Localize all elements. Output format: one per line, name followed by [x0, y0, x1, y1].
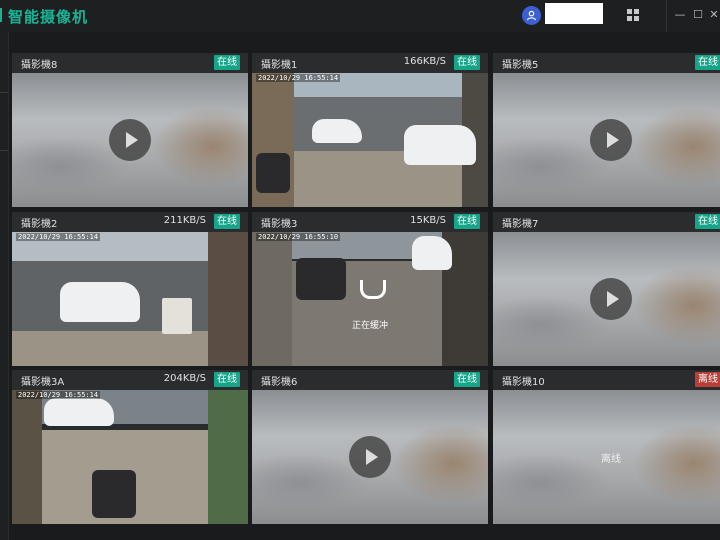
bitrate-label: 204KB/S — [163, 373, 206, 384]
maximize-button[interactable]: ☐ — [691, 8, 705, 22]
live-feed-scene — [252, 73, 488, 207]
camera-name: 攝影機10 — [502, 377, 545, 388]
minimize-button[interactable]: — — [673, 8, 687, 22]
camera-header: 攝影機8 在线 — [12, 53, 248, 73]
camera-header: 攝影機2 211KB/S 在线 — [12, 212, 248, 232]
status-badge: 在线 — [214, 372, 240, 387]
live-feed-scene — [12, 390, 248, 524]
title-divider — [666, 0, 667, 32]
camera-tile[interactable]: 攝影機5 在线 — [493, 53, 720, 207]
camera-video[interactable] — [493, 73, 720, 207]
scene-car — [60, 282, 140, 322]
camera-video[interactable] — [252, 390, 488, 524]
status-badge: 在线 — [454, 214, 480, 229]
buffering-spinner-icon — [360, 280, 386, 299]
live-feed-scene — [252, 232, 488, 366]
camera-tile[interactable]: 攝影機6 在线 — [252, 370, 488, 524]
camera-header: 攝影機6 在线 — [252, 370, 488, 390]
camera-name: 攝影機3A — [21, 377, 65, 388]
scene-motorcycle — [92, 470, 136, 518]
camera-header: 攝影機3 15KB/S 在线 — [252, 212, 488, 232]
camera-tile[interactable]: 攝影機2 211KB/S 在线 2022/10/29 16:55:14 — [12, 212, 248, 366]
side-divider — [0, 92, 8, 93]
bitrate-label: 15KB/S — [410, 215, 446, 226]
camera-tile[interactable]: 攝影機3 15KB/S 在线 2022/10/29 16:55:10 正在缓冲 — [252, 212, 488, 366]
scene-car — [404, 125, 476, 165]
camera-name: 攝影機6 — [261, 377, 298, 388]
title-bar: 智能摄像机 — ☐ ✕ — [0, 0, 720, 32]
camera-tile[interactable]: 攝影機8 在线 — [12, 53, 248, 207]
camera-header: 攝影機7 在线 — [493, 212, 720, 232]
close-button[interactable]: ✕ — [707, 8, 720, 22]
camera-tile[interactable]: 攝影機10 离线 离线 — [493, 370, 720, 524]
user-name-field[interactable] — [545, 3, 603, 24]
scene-motorcycle — [296, 258, 346, 300]
status-badge: 在线 — [695, 214, 720, 229]
play-icon[interactable] — [349, 436, 391, 478]
scene-wall — [208, 390, 248, 524]
scene-box — [162, 298, 192, 334]
app-title: 智能摄像机 — [8, 8, 89, 26]
scene-pillar — [208, 232, 248, 366]
timestamp-overlay: 2022/10/29 16:55:14 — [16, 391, 101, 399]
camera-name: 攝影機5 — [502, 60, 539, 71]
camera-video[interactable]: 2022/10/29 16:55:10 正在缓冲 — [252, 232, 488, 366]
camera-video[interactable]: 2022/10/29 16:55:14 — [252, 73, 488, 207]
play-icon[interactable] — [590, 119, 632, 161]
buffering-label: 正在缓冲 — [351, 321, 388, 331]
scene-car — [44, 398, 114, 426]
grid-layout-icon[interactable] — [627, 9, 639, 21]
camera-video[interactable]: 2022/10/29 16:55:14 — [12, 390, 248, 524]
timestamp-overlay: 2022/10/29 16:55:14 — [256, 74, 341, 82]
scene-car — [412, 236, 452, 270]
side-divider — [0, 150, 8, 151]
status-badge: 在线 — [454, 372, 480, 387]
bitrate-label: 166KB/S — [403, 56, 446, 67]
offline-label: 离线 — [601, 454, 621, 465]
title-accent-bar — [0, 8, 2, 22]
live-feed-scene — [12, 232, 248, 366]
timestamp-overlay: 2022/10/29 16:55:14 — [16, 233, 101, 241]
camera-video[interactable]: 离线 — [493, 390, 720, 524]
camera-name: 攝影機2 — [21, 219, 58, 230]
status-badge: 在线 — [214, 214, 240, 229]
side-panel-collapsed[interactable] — [0, 32, 9, 540]
status-badge: 离线 — [695, 372, 720, 387]
camera-tile[interactable]: 攝影機1 166KB/S 在线 2022/10/29 16:55:14 — [252, 53, 488, 207]
bitrate-label: 211KB/S — [163, 215, 206, 226]
camera-name: 攝影機1 — [261, 60, 298, 71]
camera-tile[interactable]: 攝影機7 在线 — [493, 212, 720, 366]
camera-header: 攝影機5 在线 — [493, 53, 720, 73]
camera-name: 攝影機7 — [502, 219, 539, 230]
camera-video[interactable]: 2022/10/29 16:55:14 — [12, 232, 248, 366]
camera-tile[interactable]: 攝影機3A 204KB/S 在线 2022/10/29 16:55:14 — [12, 370, 248, 524]
scene-motorcycle — [256, 153, 290, 193]
camera-header: 攝影機1 166KB/S 在线 — [252, 53, 488, 73]
scene-pillar — [12, 390, 42, 524]
play-icon[interactable] — [109, 119, 151, 161]
camera-header: 攝影機3A 204KB/S 在线 — [12, 370, 248, 390]
scene-car — [312, 119, 362, 143]
camera-video[interactable] — [493, 232, 720, 366]
camera-video[interactable] — [12, 73, 248, 207]
camera-name: 攝影機8 — [21, 60, 58, 71]
status-badge: 在线 — [695, 55, 720, 70]
status-badge: 在线 — [454, 55, 480, 70]
status-badge: 在线 — [214, 55, 240, 70]
camera-name: 攝影機3 — [261, 219, 298, 230]
timestamp-overlay: 2022/10/29 16:55:10 — [256, 233, 341, 241]
user-avatar-icon[interactable] — [522, 6, 541, 25]
scene-wall — [252, 232, 292, 366]
play-icon[interactable] — [590, 278, 632, 320]
camera-header: 攝影機10 离线 — [493, 370, 720, 390]
